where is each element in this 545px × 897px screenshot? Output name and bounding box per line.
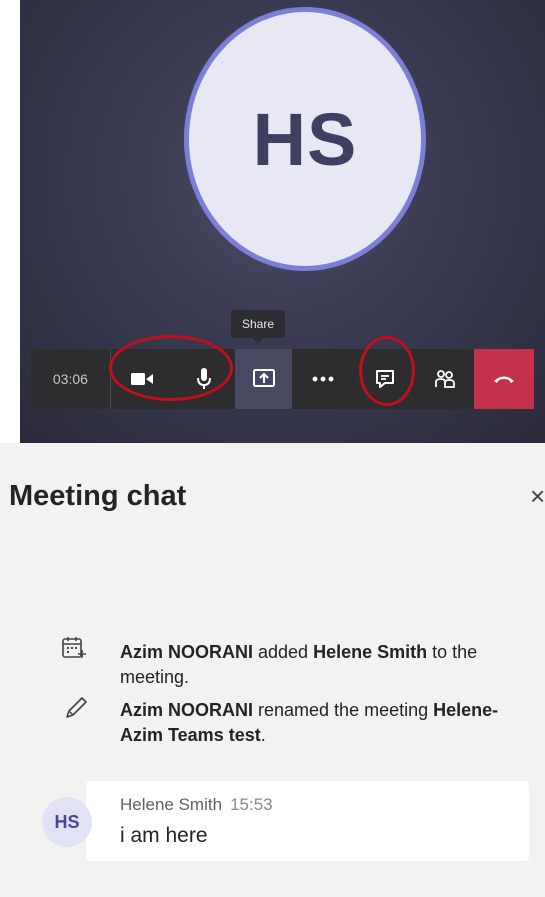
close-button[interactable]: ×: [530, 481, 545, 512]
call-toolbar: 03:06: [31, 349, 534, 409]
message-meta: Helene Smith 15:53: [120, 795, 273, 815]
share-tooltip: Share: [231, 310, 285, 344]
hang-up-button[interactable]: [474, 349, 534, 409]
calendar-add-icon: [62, 637, 86, 658]
meeting-chat-panel: Meeting chat × Azim NOORANI added Helene…: [0, 443, 545, 897]
participants-button[interactable]: [416, 349, 475, 409]
system-event-added: Azim NOORANI added Helene Smith to the m…: [120, 640, 540, 690]
chat-title: Meeting chat: [9, 480, 187, 512]
message-author: Helene Smith: [120, 795, 223, 814]
avatar: HS: [42, 797, 92, 847]
call-stage: HS Share 03:06: [20, 0, 545, 443]
share-button[interactable]: [234, 349, 293, 409]
event-actor: Azim NOORANI: [120, 700, 254, 720]
message-time: 15:53: [230, 795, 273, 814]
chat-message[interactable]: Helene Smith 15:53 i am here: [86, 781, 529, 861]
participant-avatar: HS: [189, 12, 421, 266]
pencil-icon: [66, 697, 87, 718]
annotation-circle-chat: [359, 336, 415, 406]
message-text: i am here: [120, 824, 208, 847]
event-action: added: [253, 642, 314, 662]
share-screen-icon: [252, 369, 275, 387]
hang-up-icon: [494, 376, 515, 383]
event-target: Helene Smith: [313, 642, 428, 662]
call-timer: 03:06: [31, 349, 111, 409]
participants-icon: [435, 370, 456, 388]
event-actor: Azim NOORANI: [120, 642, 254, 662]
participant-initials: HS: [252, 97, 358, 181]
more-options-button[interactable]: [292, 349, 355, 409]
system-event-renamed: Azim NOORANI renamed the meeting Helene-…: [120, 698, 540, 748]
event-action: renamed the meeting: [253, 700, 434, 720]
more-options-icon: [313, 376, 334, 382]
event-suffix: .: [260, 725, 266, 745]
annotation-circle-camera-mic: [109, 335, 233, 401]
